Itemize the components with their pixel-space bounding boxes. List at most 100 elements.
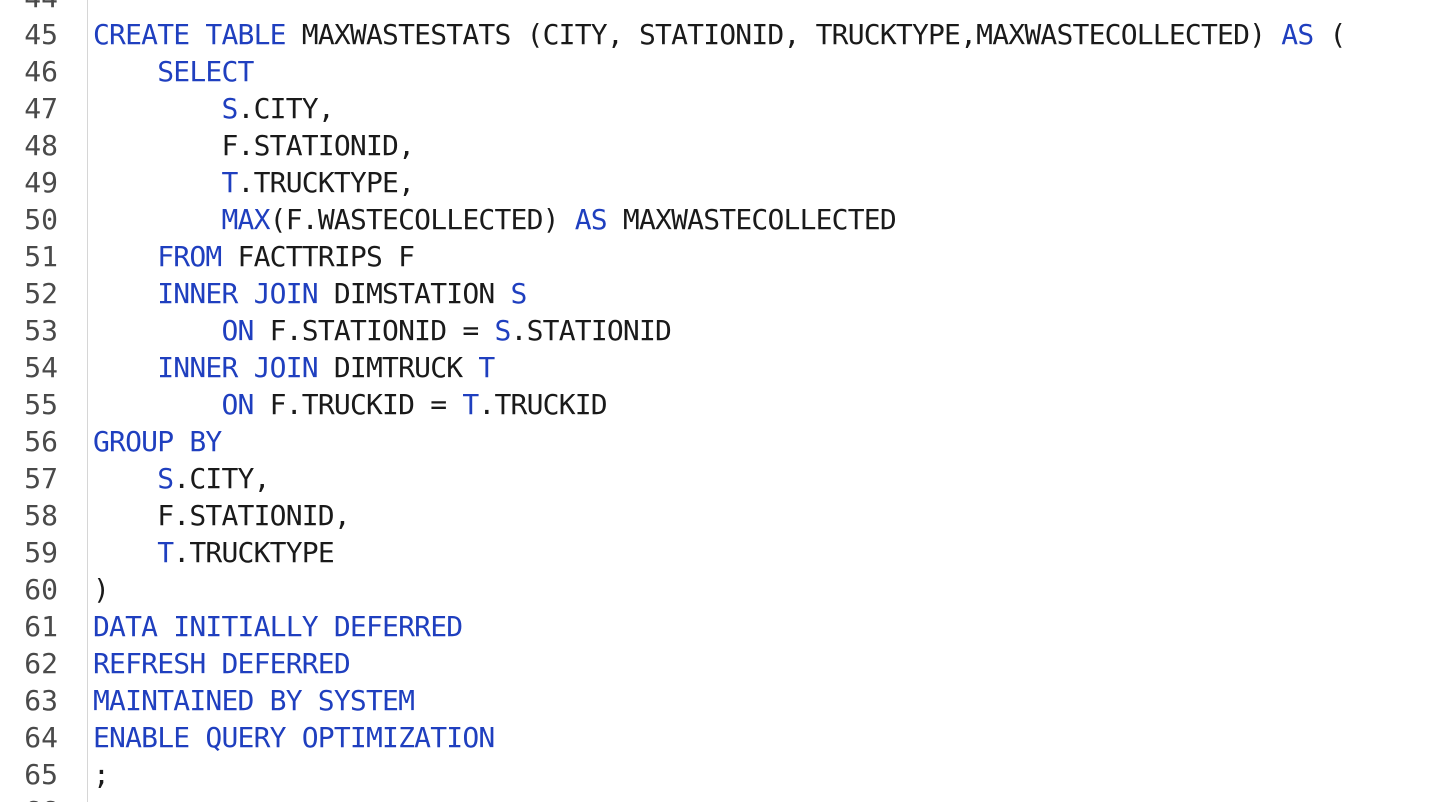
code-line[interactable]: 62 REFRESH DEFERRED (0, 645, 1446, 682)
sql-text-token: .STATIONID (510, 314, 672, 347)
code-line[interactable]: 63 MAINTAINED BY SYSTEM (0, 682, 1446, 719)
line-code: MAINTAINED BY SYSTEM (93, 682, 415, 719)
code-line[interactable]: 45 CREATE TABLE MAXWASTESTATS (CITY, STAT… (0, 16, 1446, 53)
line-code: MAX(F.WASTECOLLECTED) AS MAXWASTECOLLECT… (93, 201, 896, 238)
line-number: 47 (24, 92, 58, 125)
sql-text-token: F.STATIONID, (93, 499, 351, 532)
sql-keyword-token: CREATE TABLE (93, 18, 287, 51)
sql-text-token (93, 55, 157, 88)
sql-keyword-token: AS (1281, 18, 1314, 51)
sql-text-token: (F.WASTECOLLECTED) (269, 203, 575, 236)
sql-text-token: F.STATIONID = (253, 314, 495, 347)
code-line[interactable]: 58 F.STATIONID, (0, 497, 1446, 534)
sql-text-token: FACTTRIPS F (221, 240, 415, 273)
line-number: 51 (24, 240, 58, 273)
line-number: 62 (24, 647, 58, 680)
code-line[interactable]: 49 T.TRUCKTYPE, (0, 164, 1446, 201)
sql-text-token (93, 388, 221, 421)
sql-keyword-token: T (221, 166, 238, 199)
sql-text-token: .TRUCKID (478, 388, 607, 421)
sql-keyword-token: S (221, 92, 238, 125)
sql-keyword-token: INNER JOIN (157, 277, 318, 310)
sql-text-token: .TRUCKTYPE (173, 536, 334, 569)
code-line[interactable]: 61 DATA INITIALLY DEFERRED (0, 608, 1446, 645)
code-line[interactable]: 50 MAX(F.WASTECOLLECTED) AS MAXWASTECOLL… (0, 201, 1446, 238)
line-code: SELECT (93, 53, 254, 90)
code-line[interactable]: 54 INNER JOIN DIMTRUCK T (0, 349, 1446, 386)
line-code: INNER JOIN DIMTRUCK T (93, 349, 495, 386)
sql-keyword-token: MAX (221, 203, 270, 236)
code-line[interactable]: 46 SELECT (0, 53, 1446, 90)
sql-text-token (93, 351, 157, 384)
code-line[interactable]: 44 (0, 0, 1446, 16)
sql-text-token: ; (93, 758, 110, 791)
sql-text-token (93, 277, 157, 310)
code-line[interactable]: 66 (0, 793, 1446, 802)
code-line[interactable]: 51 FROM FACTTRIPS F (0, 238, 1446, 275)
line-number: 54 (24, 351, 58, 384)
line-number: 58 (24, 499, 58, 532)
code-line[interactable]: 52 INNER JOIN DIMSTATION S (0, 275, 1446, 312)
line-number: 59 (24, 536, 58, 569)
sql-text-token: F.STATIONID, (93, 129, 415, 162)
line-code: ON F.STATIONID = S.STATIONID (93, 312, 671, 349)
code-line[interactable]: 56 GROUP BY (0, 423, 1446, 460)
sql-keyword-token: T (157, 536, 174, 569)
code-line[interactable]: 64 ENABLE QUERY OPTIMIZATION (0, 719, 1446, 756)
sql-text-token: MAXWASTECOLLECTED (606, 203, 897, 236)
sql-keyword-token: SELECT (157, 55, 254, 88)
sql-text-token (93, 240, 157, 273)
code-line[interactable]: 47 S.CITY, (0, 90, 1446, 127)
sql-keyword-token: T (462, 388, 479, 421)
line-number: 65 (24, 758, 58, 791)
line-code: T.TRUCKTYPE (93, 534, 334, 571)
line-code: FROM FACTTRIPS F (93, 238, 415, 275)
sql-keyword-token: MAINTAINED BY SYSTEM (93, 684, 415, 717)
sql-keyword-token: S (157, 462, 174, 495)
line-number: 48 (24, 129, 58, 162)
sql-keyword-token: T (478, 351, 495, 384)
code-lines: 44 45 CREATE TABLE MAXWASTESTATS (CITY, ST… (0, 0, 1446, 802)
line-number: 55 (24, 388, 58, 421)
line-number: 57 (24, 462, 58, 495)
code-line[interactable]: 59 T.TRUCKTYPE (0, 534, 1446, 571)
code-editor[interactable]: 44 45 CREATE TABLE MAXWASTESTATS (CITY, ST… (0, 0, 1446, 802)
code-line[interactable]: 57 S.CITY, (0, 460, 1446, 497)
line-number: 61 (24, 610, 58, 643)
line-number: 66 (0, 793, 58, 802)
sql-keyword-token: REFRESH DEFERRED (93, 647, 351, 680)
sql-text-token: DIMSTATION (317, 277, 511, 310)
code-line[interactable]: 55 ON F.TRUCKID = T.TRUCKID (0, 386, 1446, 423)
line-number: 52 (24, 277, 58, 310)
line-code: ) (93, 571, 110, 608)
line-number: 44 (0, 0, 58, 16)
sql-text-token: ( (1313, 18, 1346, 51)
line-code: DATA INITIALLY DEFERRED (93, 608, 463, 645)
line-code: T.TRUCKTYPE, (93, 164, 415, 201)
code-line[interactable]: 48 F.STATIONID, (0, 127, 1446, 164)
sql-keyword-token: S (510, 277, 528, 310)
line-number: 46 (24, 55, 58, 88)
sql-keyword-token: DATA INITIALLY DEFERRED (93, 610, 463, 643)
line-number: 50 (24, 203, 58, 236)
code-line[interactable]: 65; (0, 756, 1446, 793)
line-number: 49 (24, 166, 58, 199)
sql-text-token (93, 462, 157, 495)
sql-keyword-token: INNER JOIN (157, 351, 318, 384)
sql-keyword-token: ON (221, 314, 254, 347)
sql-keyword-token: S (494, 314, 511, 347)
line-number: 53 (24, 314, 58, 347)
line-code: REFRESH DEFERRED (93, 645, 351, 682)
sql-text-token: MAXWASTESTATS (CITY, STATIONID, TRUCKTYP… (285, 18, 1282, 51)
line-code: S.CITY, (93, 90, 334, 127)
line-code: INNER JOIN DIMSTATION S (93, 275, 527, 312)
sql-text-token (93, 166, 221, 199)
code-line[interactable]: 60) (0, 571, 1446, 608)
sql-keyword-token: FROM (157, 240, 222, 273)
line-number: 56 (24, 425, 58, 458)
sql-text-token: DIMTRUCK (317, 351, 479, 384)
code-line[interactable]: 53 ON F.STATIONID = S.STATIONID (0, 312, 1446, 349)
sql-text-token: .TRUCKTYPE, (237, 166, 415, 199)
sql-text-token (93, 92, 221, 125)
line-number: 60 (24, 573, 58, 606)
